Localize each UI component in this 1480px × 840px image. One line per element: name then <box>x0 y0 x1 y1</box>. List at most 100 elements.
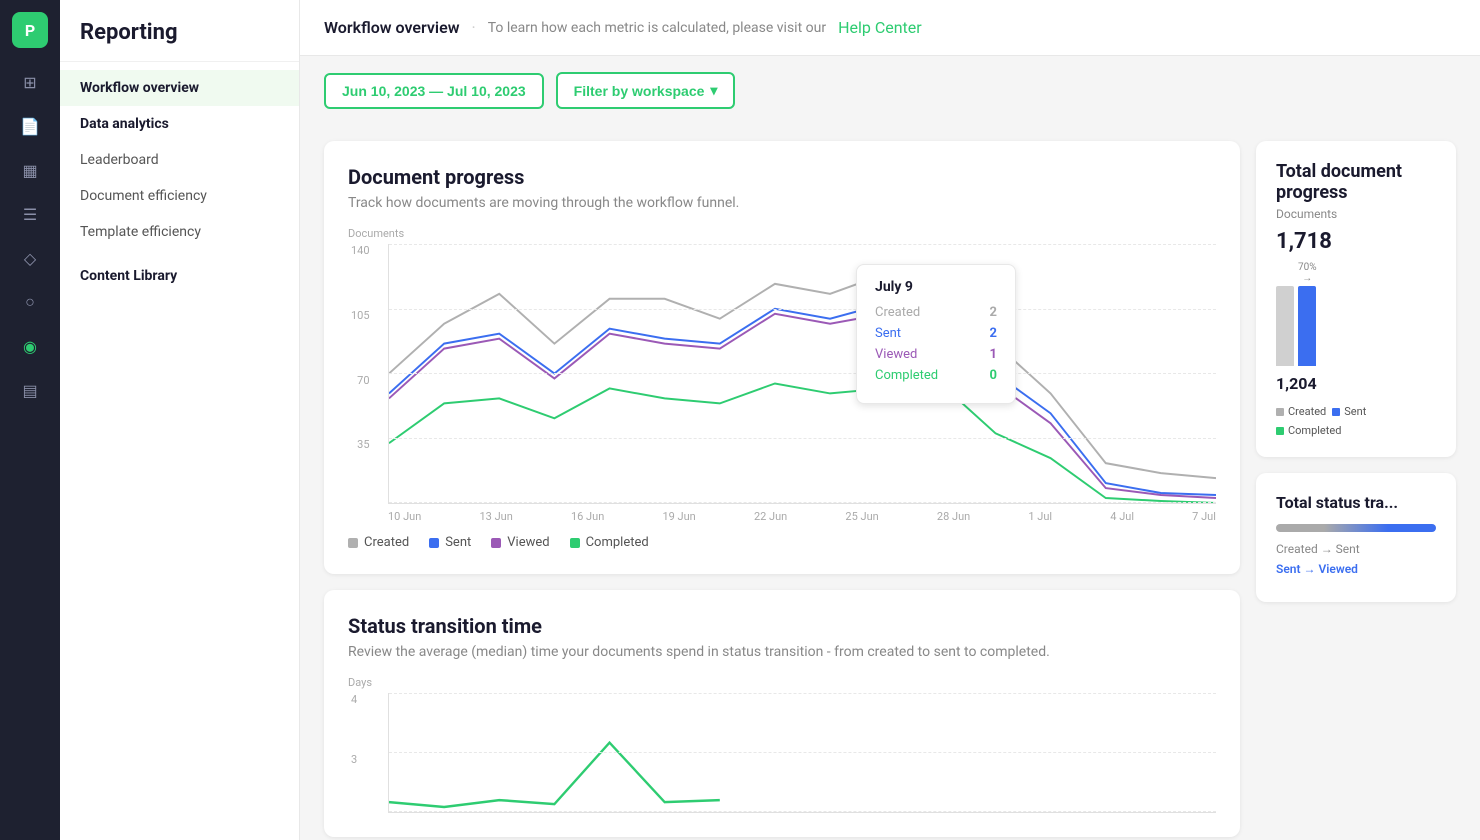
sidebar-title: Reporting <box>60 0 299 62</box>
tooltip-row-created: Created 2 <box>875 305 997 320</box>
total-doc-value: 1,718 <box>1276 229 1436 254</box>
mini-label-completed: Completed <box>1288 424 1341 437</box>
total-document-progress-card: Total documentprogress Documents 1,718 7… <box>1256 141 1456 457</box>
legend-dot-sent <box>429 538 439 548</box>
total-doc-title: Total documentprogress <box>1276 161 1436 203</box>
x-label: 25 Jun <box>845 510 878 523</box>
tooltip-row-viewed: Viewed 1 <box>875 347 997 362</box>
legend-dot-created <box>348 538 358 548</box>
status-progress-bar <box>1276 524 1436 532</box>
topbar-title: Workflow overview <box>324 18 460 37</box>
topbar: Workflow overview · To learn how each me… <box>300 0 1480 56</box>
grid-line <box>389 373 1216 374</box>
bar-sent-value: 1,204 <box>1276 374 1436 393</box>
table-icon[interactable]: ☰ <box>12 196 48 232</box>
chart-icon[interactable]: ◉ <box>12 328 48 364</box>
x-label: 13 Jun <box>479 510 512 523</box>
y-label-70: 70 <box>351 374 370 387</box>
total-doc-label: Documents <box>1276 207 1436 221</box>
sidebar-item-content-library[interactable]: Content Library <box>60 258 299 294</box>
status-y-label: Days <box>348 676 1216 689</box>
grid-line <box>389 811 1216 812</box>
legend-dot-completed <box>570 538 580 548</box>
x-label: 28 Jun <box>937 510 970 523</box>
grid-icon[interactable]: ⊞ <box>12 64 48 100</box>
tooltip-date: July 9 <box>875 279 997 295</box>
grid-line <box>389 309 1216 310</box>
tooltip-value-created: 2 <box>990 305 997 320</box>
document-progress-chart-container: 140 105 70 35 <box>348 244 1216 523</box>
bar-created <box>1276 286 1294 366</box>
legend-label-completed: Completed <box>586 535 649 550</box>
legend-label-viewed: Viewed <box>507 535 549 550</box>
bar-sent <box>1298 286 1316 366</box>
slides-icon[interactable]: ▤ <box>12 372 48 408</box>
topbar-help-text: To learn how each metric is calculated, … <box>488 20 826 36</box>
mini-legend-created: Created <box>1276 405 1326 418</box>
sent-viewed-label[interactable]: Sent → Viewed <box>1276 562 1436 576</box>
sidebar-item-workflow-overview[interactable]: Workflow overview <box>60 70 299 106</box>
doc-icon[interactable]: 📄 <box>12 108 48 144</box>
grid-line <box>389 752 1216 753</box>
x-label: 19 Jun <box>662 510 695 523</box>
date-range-button[interactable]: Jun 10, 2023 — Jul 10, 2023 <box>324 73 544 109</box>
grid-line <box>389 438 1216 439</box>
status-chart-area: 4 3 <box>388 693 1216 813</box>
charts-column: Document progress Track how documents ar… <box>324 141 1240 824</box>
legend-label-created: Created <box>364 535 409 550</box>
total-status-title: Total status tra... <box>1276 493 1436 512</box>
help-center-link[interactable]: Help Center <box>838 18 922 37</box>
workspace-filter-button[interactable]: Filter by workspace ▾ <box>556 72 736 109</box>
tag-icon[interactable]: ◇ <box>12 240 48 276</box>
document-progress-title: Document progress <box>348 165 1216 189</box>
user-icon[interactable]: ○ <box>12 284 48 320</box>
mini-label-sent: Sent <box>1344 405 1366 418</box>
chart-legend: Created Sent Viewed Completed <box>348 535 1216 550</box>
status-transition-title: Status transition time <box>348 614 1216 638</box>
content-area: Document progress Track how documents ar… <box>300 125 1480 840</box>
tooltip-value-completed: 0 <box>990 368 997 383</box>
status-y-axis: 4 3 <box>351 693 357 812</box>
x-label: 16 Jun <box>571 510 604 523</box>
bar-pct-70: 70%→ <box>1298 262 1317 284</box>
sidebar-item-leaderboard[interactable]: Leaderboard <box>60 142 299 178</box>
mini-dot-created <box>1276 408 1284 416</box>
chart-y-label: Documents <box>348 227 1216 240</box>
x-label: 22 Jun <box>754 510 787 523</box>
main-area: Workflow overview · To learn how each me… <box>300 0 1480 840</box>
app-logo[interactable]: P <box>12 12 48 48</box>
tooltip-value-sent: 2 <box>990 326 997 341</box>
mini-dot-sent <box>1332 408 1340 416</box>
x-label: 4 Jul <box>1110 510 1134 523</box>
chart-area: 140 105 70 35 <box>388 244 1216 504</box>
icon-bar: P ⊞ 📄 ▦ ☰ ◇ ○ ◉ ▤ <box>0 0 60 840</box>
template-icon[interactable]: ▦ <box>12 152 48 188</box>
tooltip-label-sent: Sent <box>875 326 901 341</box>
side-panel: Total documentprogress Documents 1,718 7… <box>1256 141 1456 824</box>
legend-item-completed: Completed <box>570 535 649 550</box>
bar-group-created <box>1276 284 1294 366</box>
created-sent-label: Created → Sent <box>1276 542 1436 556</box>
logo-text: P <box>25 21 35 40</box>
sidebar-item-data-analytics[interactable]: Data analytics <box>60 106 299 142</box>
y-label-140: 140 <box>351 244 370 257</box>
y-axis-labels: 140 105 70 35 <box>351 244 370 503</box>
status-transition-subtitle: Review the average (median) time your do… <box>348 644 1216 660</box>
tooltip-row-completed: Completed 0 <box>875 368 997 383</box>
y-label-4: 4 <box>351 693 357 706</box>
document-progress-subtitle: Track how documents are moving through t… <box>348 195 1216 211</box>
tooltip-row-sent: Sent 2 <box>875 326 997 341</box>
grid-line <box>389 502 1216 503</box>
legend-dot-viewed <box>491 538 501 548</box>
grid-lines <box>389 244 1216 503</box>
tooltip-label-viewed: Viewed <box>875 347 917 362</box>
x-label: 1 Jul <box>1028 510 1052 523</box>
sidebar-item-document-efficiency[interactable]: Document efficiency <box>60 178 299 214</box>
tooltip-label-created: Created <box>875 305 920 320</box>
sidebar-item-template-efficiency[interactable]: Template efficiency <box>60 214 299 250</box>
status-transition-card: Status transition time Review the averag… <box>324 590 1240 837</box>
tooltip-label-completed: Completed <box>875 368 938 383</box>
chevron-down-icon: ▾ <box>710 82 717 99</box>
mini-legend: Created Sent Completed <box>1276 405 1436 437</box>
total-status-card: Total status tra... Created → Sent Sent … <box>1256 473 1456 602</box>
